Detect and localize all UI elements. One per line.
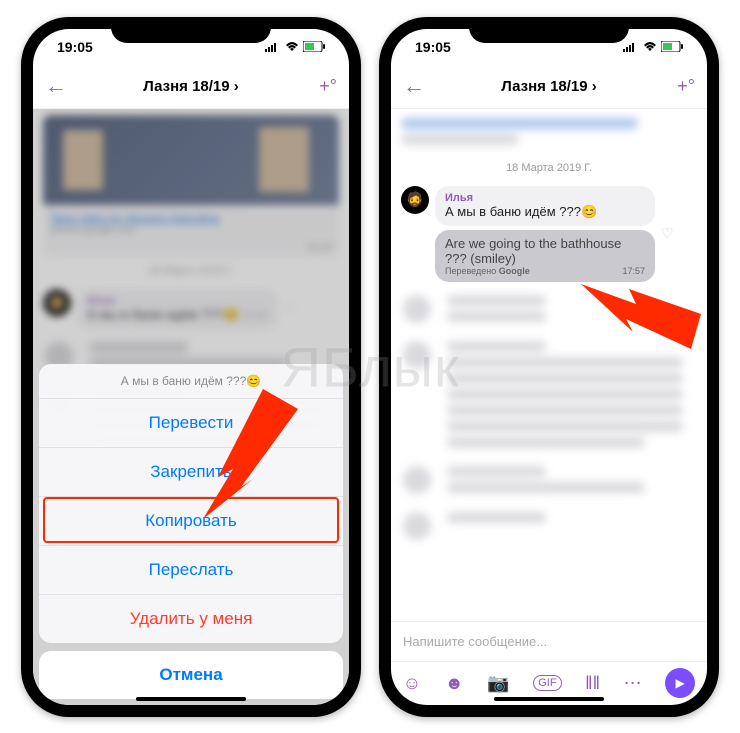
- wifi-icon: [643, 42, 657, 52]
- signal-icon: [623, 42, 639, 52]
- camera-icon[interactable]: 📷: [487, 673, 509, 694]
- message-bubble[interactable]: Илья А мы в баню идём ???😊: [435, 186, 655, 226]
- home-indicator[interactable]: [136, 697, 246, 701]
- gif-icon[interactable]: GIF: [533, 675, 561, 691]
- translation-bubble[interactable]: Are we going to the bathhouse ??? (smile…: [435, 230, 655, 282]
- message-input[interactable]: Напишите сообщение...: [391, 621, 707, 661]
- action-copy[interactable]: Копировать: [39, 497, 343, 546]
- message-row: 🧔 Илья А мы в баню идём ???😊 Are we goin…: [391, 182, 707, 286]
- back-button[interactable]: ←: [403, 73, 425, 99]
- signal-icon: [265, 42, 281, 52]
- battery-icon: [661, 41, 683, 52]
- like-icon[interactable]: ♡: [661, 225, 674, 242]
- action-sheet-context: А мы в баню идём ???😊: [39, 364, 343, 399]
- message-author: Илья: [445, 192, 645, 204]
- chat-title: Лазня 18/19 ›: [33, 78, 349, 95]
- sticker-icon[interactable]: ☻: [445, 673, 464, 694]
- action-translate[interactable]: Перевести: [39, 399, 343, 448]
- send-button[interactable]: ▶: [665, 668, 695, 698]
- emoji-icon[interactable]: ☺: [403, 673, 421, 694]
- battery-icon: [303, 41, 325, 52]
- action-delete[interactable]: Удалить у меня: [39, 595, 343, 643]
- add-participant-button[interactable]: +°: [319, 76, 337, 97]
- notch: [469, 17, 629, 43]
- status-time: 19:05: [57, 39, 93, 55]
- chat-header: ← Лазня 18/19 › +°: [33, 65, 349, 109]
- more-icon[interactable]: ⋯: [624, 673, 642, 694]
- avatar[interactable]: 🧔: [401, 186, 429, 214]
- action-sheet: А мы в баню идём ???😊 Перевести Закрепит…: [39, 364, 343, 699]
- status-icons: [265, 41, 325, 52]
- message-text: А мы в баню идём ???😊: [445, 204, 645, 220]
- input-placeholder: Напишите сообщение...: [403, 634, 547, 649]
- back-button[interactable]: ←: [45, 73, 67, 99]
- phone-left: 19:05 ← Лазня 18/19 › +° New video by: [21, 17, 361, 717]
- wifi-icon: [285, 42, 299, 52]
- status-icons: [623, 41, 683, 52]
- audio-icon[interactable]: ‖‖: [585, 673, 600, 694]
- action-cancel[interactable]: Отмена: [39, 651, 343, 699]
- chat-header: ← Лазня 18/19 › +°: [391, 65, 707, 109]
- translation-text: Are we going to the bathhouse ??? (smile…: [445, 236, 645, 266]
- status-time: 19:05: [415, 39, 451, 55]
- add-participant-button[interactable]: +°: [677, 76, 695, 97]
- phone-right: 19:05 ← Лазня 18/19 › +° 18 Марта 2019 Г…: [379, 17, 719, 717]
- action-forward[interactable]: Переслать: [39, 546, 343, 595]
- translation-provider: Переведено Google 17:57: [445, 266, 645, 276]
- chat-title: Лазня 18/19 ›: [391, 78, 707, 95]
- notch: [111, 17, 271, 43]
- action-pin[interactable]: Закрепить: [39, 448, 343, 497]
- date-separator: 18 Марта 2019 Г.: [391, 162, 707, 174]
- home-indicator[interactable]: [494, 697, 604, 701]
